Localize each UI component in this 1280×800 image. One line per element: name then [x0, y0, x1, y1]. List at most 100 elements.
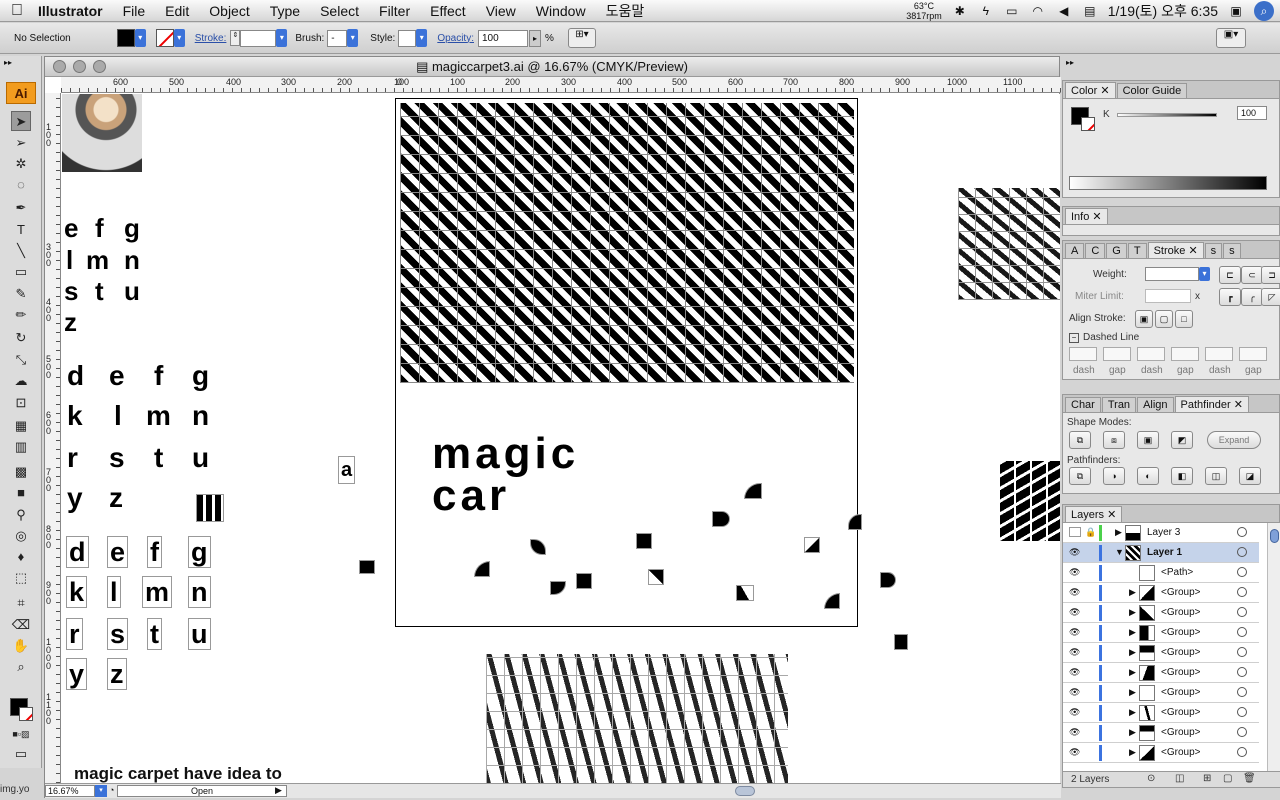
opacity-field[interactable]: 100: [478, 29, 528, 47]
glyph-fragment[interactable]: [530, 539, 546, 555]
style-dropdown-icon[interactable]: ▾: [416, 29, 428, 47]
stencil-glyph[interactable]: a: [338, 456, 356, 484]
opacity-slider-icon[interactable]: ▸: [529, 29, 541, 47]
temperature-monitor[interactable]: 63°C 3817rpm: [906, 1, 942, 21]
target-icon[interactable]: [1237, 587, 1247, 597]
minus-back-icon[interactable]: ◪: [1239, 467, 1261, 485]
expand-triangle-icon[interactable]: ▶: [1129, 707, 1136, 718]
target-icon[interactable]: [1237, 607, 1247, 617]
target-icon[interactable]: [1237, 707, 1247, 717]
outline-icon[interactable]: ◫: [1205, 467, 1227, 485]
stencil-glyph[interactable]: r: [66, 618, 83, 650]
stroke-weight-dropdown-icon[interactable]: ▾: [276, 29, 288, 47]
glyph-fragment[interactable]: [712, 511, 730, 527]
stencil-glyph[interactable]: k: [66, 576, 88, 608]
direct-selection-tool-icon[interactable]: ➢: [11, 133, 31, 153]
flag-icon[interactable]: ▤: [1082, 4, 1098, 18]
glyph-sample[interactable]: z: [64, 308, 77, 336]
expand-triangle-icon[interactable]: ▶: [1129, 587, 1136, 598]
eye-icon[interactable]: 👁: [1069, 727, 1081, 737]
stroke-link[interactable]: Stroke:: [195, 33, 227, 44]
fill-swatch[interactable]: [116, 29, 135, 47]
glyph-fragment[interactable]: [550, 581, 566, 595]
desktop-file-label[interactable]: img.yo: [0, 784, 29, 795]
stroke-swatch[interactable]: [155, 29, 174, 47]
glyph-fragment[interactable]: [636, 533, 652, 549]
selection-tool-icon[interactable]: ➤: [11, 111, 31, 131]
eye-icon[interactable]: 👁: [1069, 747, 1081, 757]
exclude-icon[interactable]: ◩: [1171, 431, 1193, 449]
layer-row[interactable]: 👁 ▶ <Group>: [1063, 623, 1259, 643]
target-icon[interactable]: [1237, 747, 1247, 757]
fill-dropdown-icon[interactable]: ▾: [134, 29, 146, 47]
menu-object[interactable]: Object: [199, 3, 259, 19]
stencil-glyph[interactable]: s: [107, 618, 129, 650]
expand-triangle-icon[interactable]: ▶: [1129, 747, 1136, 758]
round-cap-icon[interactable]: ⊂: [1241, 266, 1263, 284]
trim-icon[interactable]: ◑: [1103, 467, 1125, 485]
paintbrush-tool-icon[interactable]: ✎: [11, 284, 31, 304]
live-paint-bucket-tool-icon[interactable]: ♦: [11, 547, 31, 567]
status-menu-arrow-icon[interactable]: ▶: [275, 785, 282, 796]
tools-panel-collapse-icon[interactable]: ▸▸: [4, 58, 38, 68]
glyph-fragment[interactable]: [824, 593, 840, 609]
eyedropper-tool-icon[interactable]: ⚲: [11, 505, 31, 525]
toolbox-stroke-swatch[interactable]: [19, 707, 33, 721]
spotlight-search-icon[interactable]: ⌕: [1254, 1, 1274, 21]
stencil-glyph[interactable]: u: [188, 618, 211, 650]
stencil-glyph[interactable]: t: [147, 618, 162, 650]
glyph-sample[interactable]: r: [67, 444, 78, 472]
glyph-sample[interactable]: y: [67, 484, 83, 512]
glyph-sample[interactable]: m: [86, 246, 109, 274]
expand-triangle-icon[interactable]: ▶: [1129, 687, 1136, 698]
layer-row[interactable]: 👁 ▶ <Group>: [1063, 683, 1259, 703]
recolor-artwork-icon[interactable]: ⊞▾: [567, 28, 596, 48]
pen-tool-icon[interactable]: ✒: [11, 198, 31, 218]
warp-tool-icon[interactable]: ☁: [11, 371, 31, 391]
projecting-cap-icon[interactable]: ⊐: [1261, 266, 1280, 284]
glyph-fragment[interactable]: [359, 560, 375, 574]
free-transform-tool-icon[interactable]: ⊡: [11, 393, 31, 413]
layer-row[interactable]: 👁 ▶ <Group>: [1063, 643, 1259, 663]
layer-row[interactable]: 🔒 ▶ Layer 3: [1063, 523, 1259, 543]
caption-text[interactable]: magic carpet have idea to: [74, 764, 282, 784]
glyph-fragment[interactable]: [474, 561, 490, 577]
glyph-sample[interactable]: t: [154, 444, 163, 472]
zoom-tool-icon[interactable]: ⌕: [11, 657, 31, 677]
power-icon[interactable]: ϟ: [978, 4, 994, 18]
glyph-sample[interactable]: z: [109, 484, 123, 512]
placed-photo[interactable]: [62, 94, 142, 172]
stencil-glyph[interactable]: m: [142, 576, 173, 608]
opacity-link[interactable]: Opacity:: [437, 33, 474, 44]
layer-row[interactable]: 👁 ▶ <Group>: [1063, 603, 1259, 623]
crop-icon[interactable]: ◧: [1171, 467, 1193, 485]
eye-icon[interactable]: 👁: [1069, 687, 1081, 697]
glyph-sample[interactable]: u: [192, 444, 209, 472]
stencil-glyph[interactable]: e: [107, 536, 129, 568]
layer-row[interactable]: 👁 ▶ <Group>: [1063, 583, 1259, 603]
zoom-dropdown-icon[interactable]: ▾: [95, 785, 107, 797]
expand-button[interactable]: Expand: [1207, 431, 1261, 449]
glyph-sample[interactable]: g: [124, 214, 140, 242]
expand-triangle-icon[interactable]: ▶: [1129, 647, 1136, 658]
locate-object-icon[interactable]: ⊙: [1147, 773, 1155, 784]
dash-field[interactable]: [1069, 347, 1097, 361]
new-layer-icon[interactable]: ▢: [1223, 773, 1232, 784]
column-graph-tool-icon[interactable]: ▥: [11, 437, 31, 457]
glyph-sample[interactable]: l: [66, 246, 73, 274]
glyph-fragment[interactable]: [880, 572, 896, 588]
target-icon[interactable]: [1237, 687, 1247, 697]
dashed-line-checkbox[interactable]: −: [1069, 333, 1079, 343]
stencil-glyph[interactable]: y: [66, 658, 88, 690]
glyph-sample[interactable]: s: [109, 444, 125, 472]
version-cue-icon[interactable]: ◔: [109, 785, 114, 795]
menu-help[interactable]: 도움말: [596, 1, 655, 21]
expand-triangle-icon[interactable]: ▶: [1129, 607, 1136, 618]
target-icon[interactable]: [1237, 647, 1247, 657]
close-window-button[interactable]: [53, 60, 66, 73]
layer-row[interactable]: 👁 <Path>: [1063, 563, 1259, 583]
layer-row[interactable]: 👁 ▶ <Group>: [1063, 703, 1259, 723]
dash-field[interactable]: [1137, 347, 1165, 361]
workspace-switcher-icon[interactable]: ▣▾: [1216, 28, 1246, 48]
artboard[interactable]: magic car: [395, 98, 862, 627]
